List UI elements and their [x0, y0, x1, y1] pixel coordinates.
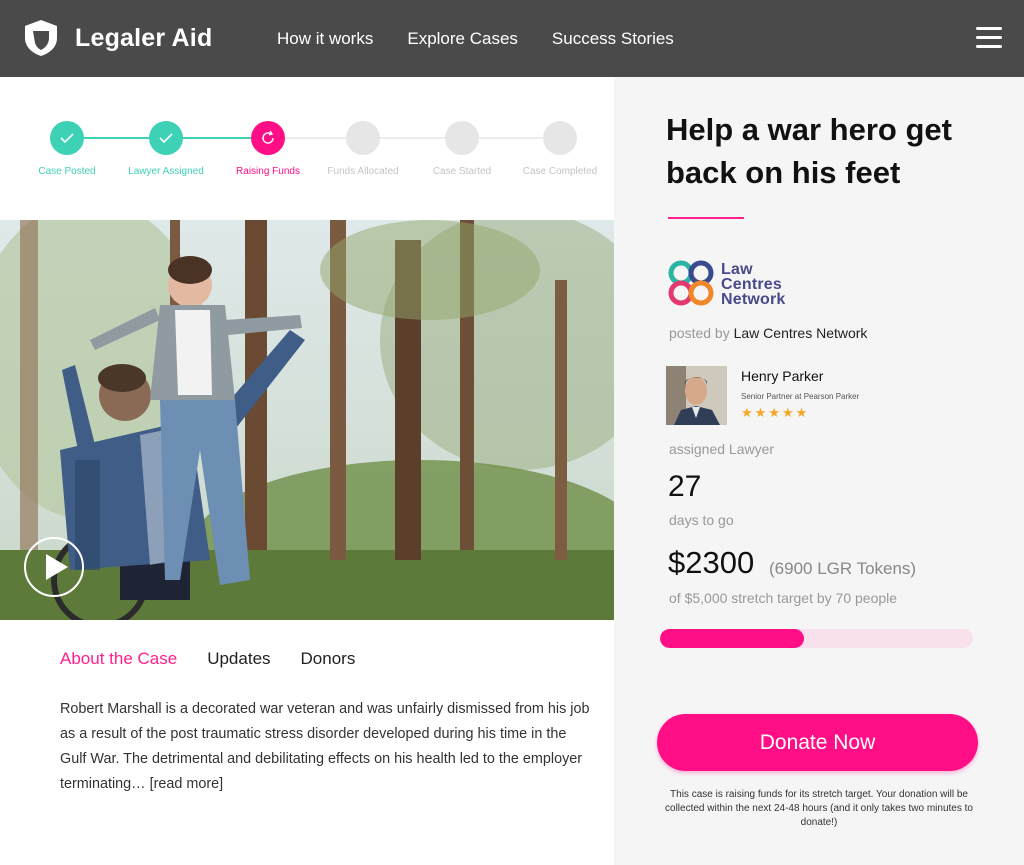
days-remaining-label: days to go: [669, 512, 734, 528]
play-icon: [46, 554, 68, 580]
tab-donors[interactable]: Donors: [301, 649, 356, 669]
lawyer-role: Senior Partner at Pearson Parker: [741, 392, 860, 401]
read-more-link[interactable]: [read more]: [150, 776, 224, 792]
step-case-started: Case Started: [412, 121, 512, 177]
tab-updates[interactable]: Updates: [207, 649, 270, 669]
hamburger-menu-icon[interactable]: [976, 27, 1002, 49]
law-centres-network-logo-icon: [668, 260, 714, 306]
step-label: Funds Allocated: [327, 166, 399, 177]
star-icon: ★: [741, 405, 755, 420]
funding-progress-bar: [660, 629, 973, 648]
brand[interactable]: Legaler Aid: [24, 19, 212, 57]
step-pending-dot: [346, 121, 380, 155]
play-video-button[interactable]: [24, 537, 84, 597]
lawyer-rating: ★★★★★: [741, 405, 809, 421]
lawyer-name[interactable]: Henry Parker: [741, 368, 823, 384]
step-raising-funds: Raising Funds: [218, 121, 318, 177]
star-icon: ★: [795, 405, 810, 420]
step-label: Lawyer Assigned: [128, 166, 204, 177]
case-tabs: About the Case Updates Donors: [60, 649, 385, 669]
star-icon: ★: [768, 405, 782, 420]
check-icon: [149, 121, 183, 155]
step-pending-dot: [543, 121, 577, 155]
title-divider: [668, 217, 744, 219]
case-description: Robert Marshall is a decorated war veter…: [60, 697, 590, 797]
amount-raised: $2300: [668, 545, 755, 580]
tab-about-the-case[interactable]: About the Case: [60, 649, 177, 669]
nav-how-it-works[interactable]: How it works: [277, 29, 373, 49]
funding-target: of $5,000 stretch target by 70 people: [669, 590, 898, 606]
step-pending-dot: [445, 121, 479, 155]
law-centres-network-logo-text: Law Centres Network: [721, 261, 786, 308]
main-nav: How it works Explore Cases Success Stori…: [277, 29, 708, 49]
nav-explore-cases[interactable]: Explore Cases: [407, 29, 518, 49]
step-lawyer-assigned: Lawyer Assigned: [116, 121, 216, 177]
lawyer-avatar[interactable]: [666, 366, 727, 425]
step-label: Case Started: [432, 166, 492, 177]
shield-icon: [25, 20, 57, 56]
step-label: Raising Funds: [236, 166, 300, 177]
brand-name: Legaler Aid: [75, 23, 213, 52]
posted-by: posted by Law Centres Network: [669, 325, 868, 341]
hero-photo: [0, 220, 614, 620]
assigned-lawyer-label: assigned Lawyer: [669, 441, 775, 457]
lawyer-photo: [666, 366, 727, 425]
check-icon: [50, 121, 84, 155]
donate-now-button[interactable]: Donate Now: [657, 714, 978, 771]
posted-by-organisation[interactable]: Law Centres Network: [734, 325, 868, 341]
star-icon: ★: [781, 405, 796, 420]
star-icon: ★: [754, 405, 769, 420]
funding-progress-fill: [660, 629, 804, 648]
token-amount: (6900 LGR Tokens): [769, 559, 917, 578]
step-case-posted: Case Posted: [17, 121, 117, 177]
refresh-icon: [251, 121, 285, 155]
step-label: Case Completed: [522, 166, 598, 177]
donation-note: This case is raising funds for its stret…: [665, 789, 973, 828]
step-label: Case Posted: [38, 166, 96, 177]
case-description-text: Robert Marshall is a decorated war veter…: [60, 701, 590, 792]
nav-success-stories[interactable]: Success Stories: [552, 29, 674, 49]
days-remaining: 27: [668, 470, 702, 503]
step-case-completed: Case Completed: [510, 121, 610, 177]
top-navigation-bar: Legaler Aid How it works Explore Cases S…: [0, 0, 1024, 77]
case-hero-image: [0, 220, 614, 620]
case-title: Help a war hero get back on his feet: [666, 112, 952, 190]
step-funds-allocated: Funds Allocated: [313, 121, 413, 177]
